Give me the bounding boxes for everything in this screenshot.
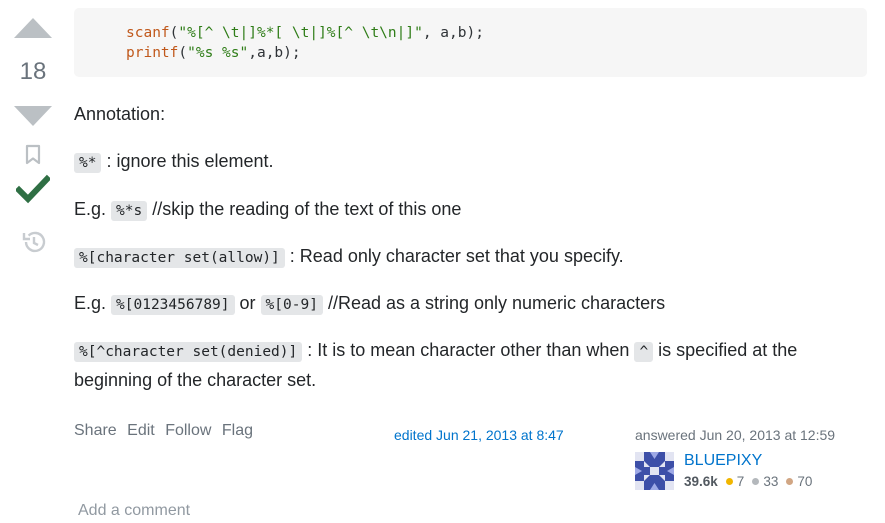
code-block: scanf ( "%[^ \t|]%*[ \t|]%[^ \t\n|]", a,b)… [74, 8, 867, 77]
paragraph-text: //Read as a string only numeric characte… [322, 293, 666, 313]
vote-cell: 18 [0, 0, 66, 523]
history-icon[interactable] [21, 229, 47, 255]
paragraph-text: E.g. [74, 293, 112, 313]
code-text: ,a,b); [248, 45, 301, 61]
add-comment-link[interactable]: Add a comment [78, 502, 190, 520]
paragraph-example-numeric: E.g. %[0123456789] or %[0-9] //Read as a… [74, 289, 665, 319]
inline-code: %* [74, 153, 102, 173]
inline-code: %[0123456789] [111, 295, 235, 315]
code-text: ( [178, 45, 188, 61]
user-reputation: 39.6k 7 33 70 [684, 474, 812, 489]
silver-badge-count: 33 [763, 474, 779, 489]
gold-badge-icon [725, 478, 733, 486]
answered-timestamp: answered Jun 20, 2013 at 12:59 [635, 427, 836, 443]
user-name-link[interactable]: BLUEPIXY [684, 452, 762, 470]
upvote-icon[interactable] [14, 16, 52, 40]
silver-badge-icon [752, 478, 760, 486]
paragraph-text: : ignore this element. [101, 151, 274, 171]
annotation-heading: Annotation: [74, 104, 166, 124]
accepted-checkmark-icon [16, 174, 50, 204]
vote-count: 18 [19, 58, 47, 85]
code-string: "%s %s" [187, 45, 249, 61]
inline-code: %[character set(allow)] [74, 248, 285, 268]
paragraph-example-skip: E.g. %*s //skip the reading of the text … [74, 195, 461, 225]
bronze-badge-icon [786, 478, 794, 486]
post-menu: Share Edit Follow Flag [74, 422, 259, 440]
bookmark-icon[interactable] [24, 144, 42, 166]
flag-link[interactable]: Flag [222, 422, 253, 440]
paragraph-text: or [234, 293, 261, 313]
code-text: , a,b); [422, 25, 484, 41]
paragraph-allow-set: %[character set(allow)] : Read only char… [74, 242, 624, 272]
paragraph-denied-set: %[^character set(denied)] : It is to mea… [74, 336, 834, 394]
code-function-scanf: scanf [126, 25, 170, 41]
inline-code: %*s [111, 201, 148, 221]
share-link[interactable]: Share [74, 422, 117, 440]
gold-badge-count: 7 [736, 474, 745, 489]
paragraph-text: E.g. [74, 199, 112, 219]
paragraph-text: //skip the reading of the text of this o… [147, 199, 462, 219]
edit-link[interactable]: Edit [127, 422, 155, 440]
reputation-score: 39.6k [684, 474, 718, 489]
edited-timestamp-link[interactable]: edited Jun 21, 2013 at 8:47 [394, 427, 564, 443]
inline-code: ^ [634, 342, 654, 362]
bronze-badge-count: 70 [797, 474, 813, 489]
inline-code: %[0-9] [260, 295, 323, 315]
paragraph-ignore: %* : ignore this element. [74, 147, 274, 177]
paragraph-text: : Read only character set that you speci… [284, 246, 624, 266]
paragraph-text: : It is to mean character other than whe… [302, 340, 635, 360]
downvote-icon[interactable] [14, 104, 52, 128]
avatar[interactable] [635, 452, 674, 490]
inline-code: %[^character set(denied)] [74, 342, 303, 362]
code-function-printf: printf [126, 45, 179, 61]
follow-link[interactable]: Follow [165, 422, 211, 440]
code-string: "%[^ \t|]%*[ \t|]%[^ \t\n|]" [178, 25, 423, 41]
